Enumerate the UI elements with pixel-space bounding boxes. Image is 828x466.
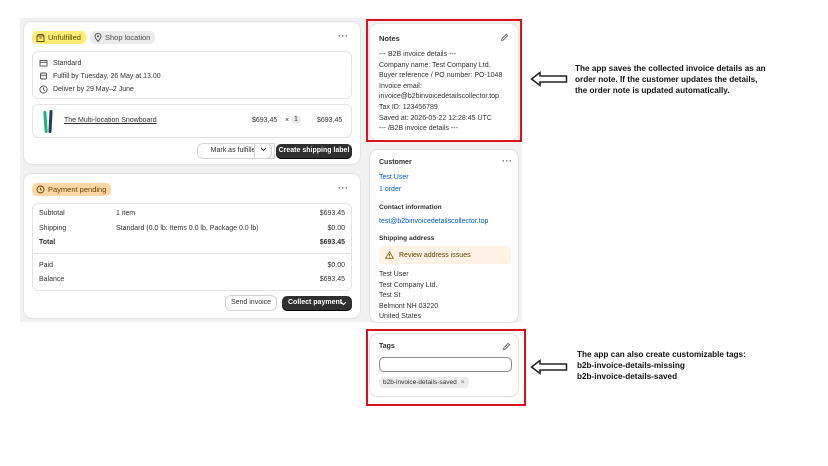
payment-card: Payment pending ··· Subtotal 1 item $693… <box>24 174 360 318</box>
cube-icon <box>39 60 48 67</box>
fulfillment-card: Unfulfilled Shop location ··· Standard F… <box>24 22 360 164</box>
payment-divider <box>33 253 351 254</box>
collect-payment-button[interactable]: Collect payment <box>282 296 352 310</box>
unfulfilled-label: Unfulfilled <box>48 33 81 42</box>
send-invoice-label: Send invoice <box>230 299 272 306</box>
shipping-method-text: Standard <box>53 59 82 67</box>
create-shipping-label-label: Create shipping label <box>278 147 350 154</box>
address-line: Belmont NH 03220 <box>379 302 439 310</box>
clock-icon <box>36 185 45 194</box>
shipping-address: Test User Test Company Ltd. Test St Belm… <box>379 270 438 323</box>
clock-icon <box>39 85 48 94</box>
annotation-line: order note. If the customer updates the … <box>575 75 758 84</box>
payment-pending-badge: Payment pending <box>32 183 112 196</box>
shipping-label: Shipping <box>39 225 67 232</box>
total-label: Total <box>39 239 56 246</box>
chevron-down-icon <box>340 301 347 306</box>
fulfillment-more-icon[interactable]: ··· <box>338 31 349 41</box>
notes-annotation: The app saves the collected invoice deta… <box>575 63 766 96</box>
address-line: United States <box>379 313 422 320</box>
customer-email-link[interactable]: test@b2binvoicedetailscollector.top <box>379 218 488 225</box>
customer-orders-link[interactable]: 1 order <box>379 186 401 193</box>
left-arrow-icon <box>530 359 568 375</box>
review-address-banner[interactable]: Review address issues <box>379 246 511 264</box>
annotation-line: b2b-invoice-details-saved <box>577 372 678 381</box>
shipping-method-row: Standard <box>39 59 81 67</box>
location-badge: Shop location <box>90 31 156 44</box>
address-line: Test Company Ltd. <box>379 281 438 289</box>
annotation-line: b2b-invoice-details-missing <box>577 361 685 370</box>
truck-icon <box>40 72 47 80</box>
collect-payment-label: Collect payment <box>288 299 343 306</box>
warning-icon <box>385 251 394 259</box>
location-pin-icon <box>94 33 102 42</box>
address-line: Test St <box>379 292 401 299</box>
subtotal-amount: $693.45 <box>319 210 345 217</box>
total-amount: $693.45 <box>319 239 345 246</box>
balance-amount: $693.45 <box>319 276 345 283</box>
line-total: $693,45 <box>317 117 343 124</box>
chevron-down-icon <box>260 147 266 152</box>
left-arrow-icon <box>530 71 568 87</box>
unit-price: $693,45 <box>252 117 278 124</box>
payment-summary: Subtotal 1 item $693.45 Shipping Standar… <box>32 203 352 291</box>
package-icon <box>36 33 45 42</box>
contact-title: Contact information <box>379 204 442 211</box>
review-address-label: Review address issues <box>399 251 471 259</box>
send-invoice-button[interactable]: Send invoice <box>226 296 276 310</box>
tags-annotation: The app can also create customizable tag… <box>577 349 746 382</box>
customer-card: Customer ··· Test User 1 order Contact i… <box>370 150 518 322</box>
unfulfilled-badge: Unfulfilled <box>32 31 86 44</box>
fulfill-by-text: Fulfill by Tuesday, 26 May at 13.00 <box>53 72 161 80</box>
line-item: The Multi-location Snowboard $693,45 × 1… <box>32 104 352 138</box>
annotation-line: The app can also create customizable tag… <box>577 350 746 359</box>
location-label: Shop location <box>105 33 151 42</box>
times-symbol: × <box>285 117 290 124</box>
balance-label: Balance <box>39 276 65 283</box>
paid-amount: $0.00 <box>327 262 345 269</box>
payment-pending-label: Payment pending <box>48 185 107 194</box>
mark-as-fulfilled-dropdown[interactable] <box>255 144 271 158</box>
fulfill-by-row: Fulfill by Tuesday, 26 May at 13.00 <box>39 72 161 80</box>
product-thumbnail <box>41 109 55 134</box>
annotation-line: the order note is updated automatically. <box>575 86 730 95</box>
paid-label: Paid <box>39 262 54 269</box>
shipping-amount: $0.00 <box>327 225 345 232</box>
annotation-line: The app saves the collected invoice deta… <box>575 64 766 73</box>
mark-as-fulfilled-label: Mark as fulfilled <box>210 147 260 154</box>
shipping-address-title: Shipping address <box>379 235 435 242</box>
customer-name-link[interactable]: Test User <box>379 174 409 181</box>
deliver-by-row: Deliver by 29 May–2 June <box>39 85 134 94</box>
shipping-desc: Standard (0.0 lb: Items 0.0 lb, Package … <box>116 225 259 232</box>
subtotal-desc: 1 item <box>116 210 136 217</box>
notes-highlight-box <box>366 19 522 142</box>
fulfillment-details: Standard Fulfill by Tuesday, 26 May at 1… <box>32 51 352 99</box>
customer-title: Customer <box>379 159 412 166</box>
quantity-badge: 1 <box>291 115 301 124</box>
customer-more-icon[interactable]: ··· <box>502 156 513 166</box>
product-name-link[interactable]: The Multi-location Snowboard <box>64 117 157 124</box>
deliver-by-text: Deliver by 29 May–2 June <box>53 86 134 93</box>
create-shipping-label-button[interactable]: Create shipping label <box>276 144 352 158</box>
tags-highlight-box <box>366 329 526 406</box>
subtotal-label: Subtotal <box>39 210 65 217</box>
payment-more-icon[interactable]: ··· <box>338 183 349 193</box>
address-line: Test User <box>379 271 409 278</box>
